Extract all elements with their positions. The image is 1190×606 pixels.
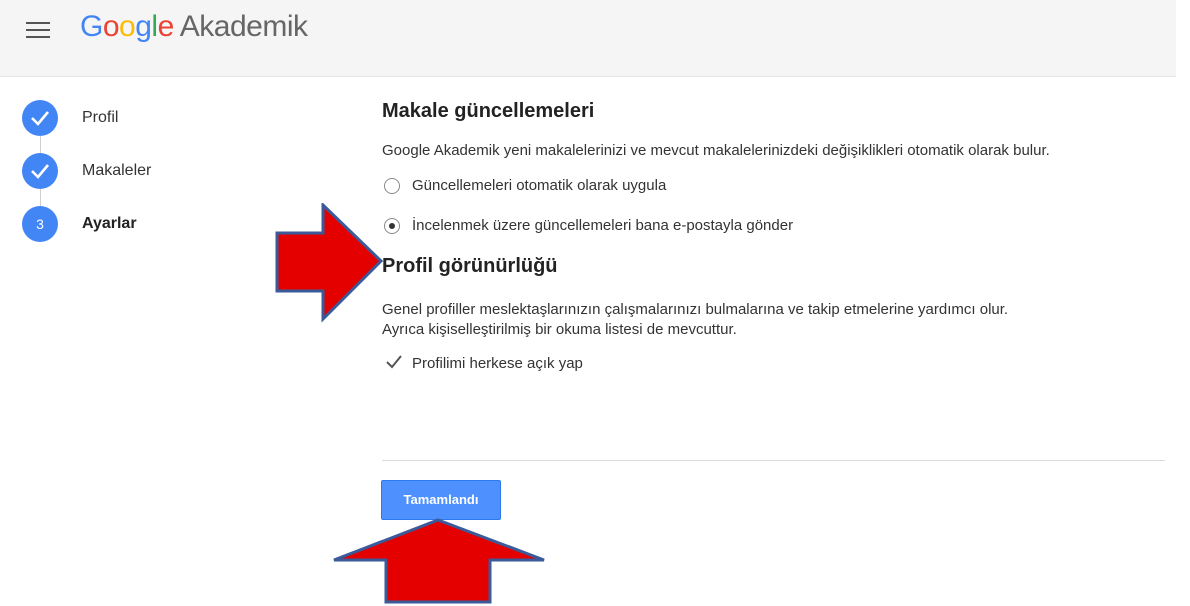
checkmark-icon[interactable] (384, 352, 404, 377)
logo-letter-o2: o (119, 10, 136, 43)
logo-letter-g2: g (135, 10, 152, 43)
logo-product-name: Akademik (179, 10, 308, 43)
profile-visibility-description: Genel profiller meslektaşlarınızın çalış… (382, 300, 1172, 340)
check-icon (22, 100, 58, 136)
radio-option-email-review[interactable]: İncelenmek üzere güncellemeleri bana e-p… (382, 215, 1172, 241)
step-label-ayarlar: Ayarlar (82, 215, 137, 232)
article-updates-title: Makale güncellemeleri (382, 100, 595, 122)
google-scholar-logo[interactable]: Google Akademik (80, 10, 308, 44)
radio-email-review[interactable] (384, 218, 400, 234)
done-button[interactable]: Tamamlandı (381, 480, 501, 520)
profile-visibility-line2: Ayrıca kişiselleştirilmiş bir okuma list… (382, 321, 737, 338)
step-ayarlar[interactable]: 3 Ayarlar (22, 206, 242, 242)
step-number-badge: 3 (22, 206, 58, 242)
red-arrow-icon (275, 203, 384, 323)
step-profil[interactable]: Profil (22, 100, 242, 136)
red-arrow-icon (333, 518, 545, 604)
article-updates-description: Google Akademik yeni makalelerinizi ve m… (382, 142, 1050, 159)
logo-letter-g: G (80, 10, 103, 43)
logo-letter-o1: o (102, 10, 120, 43)
public-profile-checkbox-label: Profilimi herkese açık yap (412, 355, 583, 372)
radio-label-email-review: İncelenmek üzere güncellemeleri bana e-p… (412, 217, 794, 234)
radio-auto-apply[interactable] (384, 178, 400, 194)
step-makaleler[interactable]: Makaleler (22, 153, 242, 189)
top-bar: Google Akademik (0, 0, 1176, 77)
radio-option-auto-apply[interactable]: Güncellemeleri otomatik olarak uygula (382, 175, 1172, 201)
logo-letter-e: e (157, 10, 175, 43)
section-divider (382, 460, 1165, 461)
profile-visibility-title: Profil görünürlüğü (382, 255, 558, 277)
check-icon (22, 153, 58, 189)
radio-label-auto-apply: Güncellemeleri otomatik olarak uygula (412, 177, 667, 194)
profile-visibility-line1: Genel profiller meslektaşlarınızın çalış… (382, 301, 1009, 318)
settings-content: Makale güncellemeleri Google Akademik ye… (382, 100, 1172, 378)
public-profile-checkbox-row[interactable]: Profilimi herkese açık yap (382, 352, 1172, 378)
hamburger-menu-icon[interactable] (26, 22, 50, 42)
step-label-makaleler: Makaleler (82, 162, 152, 179)
step-label-profil: Profil (82, 109, 119, 126)
